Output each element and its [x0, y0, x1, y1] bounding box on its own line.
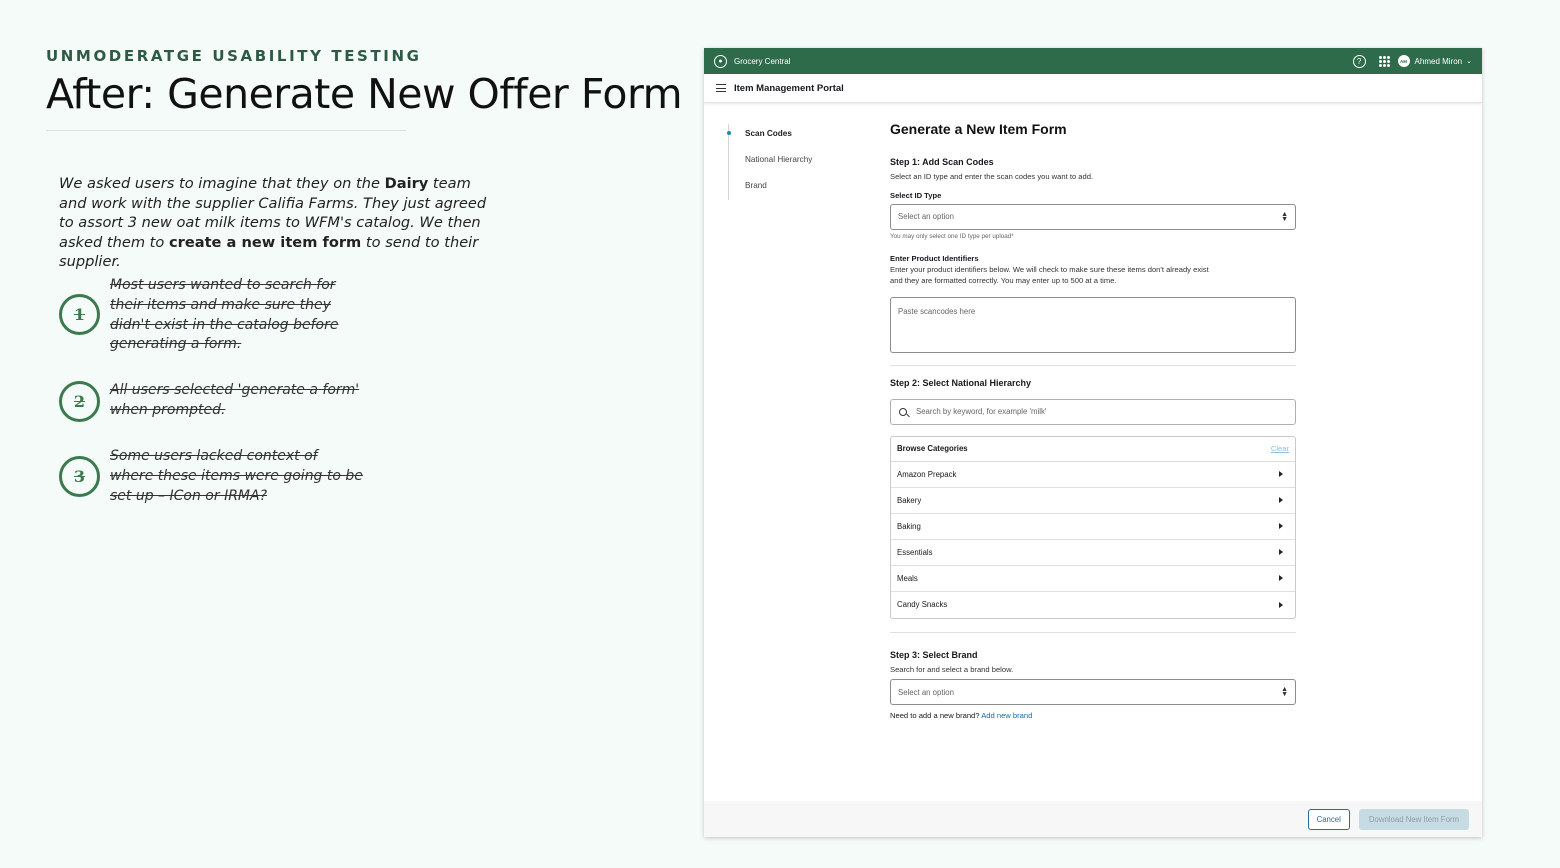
- caret-right-icon: [1279, 497, 1283, 503]
- intro-text-1: We asked users to imagine that they on t…: [59, 175, 385, 192]
- step1-description: Select an ID type and enter the scan cod…: [890, 172, 1094, 181]
- id-type-select[interactable]: Select an option ▲ ▼: [890, 203, 1296, 230]
- user-avatar[interactable]: AM: [1397, 55, 1410, 67]
- step-navigation: Scan Codes National Hierarchy Brand: [726, 124, 812, 202]
- category-row[interactable]: Essentials: [891, 540, 1295, 566]
- add-new-brand-link[interactable]: Add new brand: [981, 711, 1032, 720]
- up-down-icon: ▲ ▼: [1281, 210, 1288, 223]
- caret-right-icon: [1279, 549, 1283, 555]
- search-icon: [899, 407, 907, 416]
- category-row[interactable]: Candy Snacks: [891, 592, 1295, 618]
- brand-select[interactable]: Select an option ▲ ▼: [890, 679, 1296, 705]
- section-divider: [890, 364, 1296, 366]
- category-label: Bakery: [897, 495, 922, 505]
- portal-title: Item Management Portal: [734, 82, 844, 94]
- search-placeholder: Search by keyword, for example 'milk': [916, 407, 1047, 416]
- finding-number: 2: [59, 381, 100, 422]
- form-footer: Cancel Download New Item Form: [704, 801, 1482, 837]
- section-divider: [890, 631, 1296, 633]
- id-type-hint: You may only select one ID type per uplo…: [890, 232, 1014, 240]
- finding-text: All users selected 'generate a form' whe…: [110, 382, 360, 418]
- category-label: Baking: [897, 521, 921, 531]
- category-row[interactable]: Baking: [891, 514, 1295, 540]
- menu-icon[interactable]: [716, 84, 726, 92]
- intro-bold-2: create a new item form: [168, 233, 362, 251]
- step-nav-national-hierarchy[interactable]: National Hierarchy: [729, 150, 812, 176]
- clear-link[interactable]: Clear: [1271, 444, 1289, 453]
- category-label: Essentials: [897, 547, 933, 557]
- category-label: Candy Snacks: [897, 600, 948, 609]
- eyebrow-label: UNMODERATGE USABILITY TESTING: [46, 47, 422, 65]
- cancel-button[interactable]: Cancel: [1307, 808, 1350, 830]
- brand-name: Grocery Central: [734, 56, 791, 66]
- category-row[interactable]: Bakery: [891, 488, 1295, 514]
- caret-right-icon: [1279, 471, 1283, 477]
- step-nav-brand[interactable]: Brand: [729, 176, 812, 202]
- chevron-down-icon[interactable]: ⌄: [1466, 57, 1472, 65]
- app-window: ● Grocery Central ? AM Ahmed Miron ⌄ Ite…: [704, 48, 1482, 837]
- download-form-button[interactable]: Download New Item Form: [1358, 808, 1469, 830]
- caret-right-icon: [1279, 523, 1283, 529]
- user-name[interactable]: Ahmed Miron: [1415, 57, 1463, 66]
- finding-text: Most users wanted to search for their it…: [110, 277, 339, 353]
- category-label: Amazon Prepack: [897, 469, 957, 479]
- up-down-icon: ▲ ▼: [1281, 686, 1288, 698]
- step-nav-scan-codes[interactable]: Scan Codes: [726, 124, 812, 150]
- new-item-form: Generate a New Item Form Step 1: Add Sca…: [890, 121, 1296, 722]
- caret-right-icon: [1279, 601, 1283, 608]
- category-label: Meals: [897, 573, 918, 583]
- category-row[interactable]: Amazon Prepack: [891, 462, 1295, 488]
- finding-item: 2 All users selected 'generate a form' w…: [59, 381, 365, 422]
- caret-right-icon: [1279, 575, 1283, 581]
- browse-categories-label: Browse Categories: [897, 444, 968, 453]
- finding-item: 1 Most users wanted to search for their …: [59, 276, 365, 355]
- basket-logo-icon: ●: [714, 54, 727, 68]
- finding-text: Some users lacked context of where these…: [110, 448, 363, 504]
- category-row[interactable]: Meals: [891, 566, 1295, 592]
- finding-number: 3: [59, 456, 100, 497]
- product-identifiers-description: Enter your product identifiers below. We…: [890, 264, 1209, 286]
- slide-title: After: Generate New Offer Form: [46, 70, 683, 118]
- brand-placeholder: Select an option: [898, 687, 954, 697]
- step3-description: Search for and select a brand below.: [890, 664, 1014, 674]
- title-divider: [46, 130, 406, 131]
- intro-paragraph: We asked users to imagine that they on t…: [59, 174, 499, 272]
- step3-heading: Step 3: Select Brand: [890, 649, 978, 660]
- finding-item: 3 Some users lacked context of where the…: [59, 447, 365, 506]
- step2-heading: Step 2: Select National Hierarchy: [890, 377, 1032, 388]
- intro-bold-1: Dairy: [384, 175, 429, 192]
- add-brand-row: Need to add a new brand? Add new brand: [890, 710, 1296, 722]
- browse-categories-header: Browse Categories Clear: [891, 437, 1295, 462]
- need-brand-text: Need to add a new brand?: [890, 711, 980, 720]
- product-identifiers-label: Enter Product Identifiers: [890, 253, 979, 263]
- help-icon[interactable]: ?: [1352, 54, 1366, 68]
- apps-grid-icon[interactable]: [1378, 55, 1390, 67]
- id-type-label: Select ID Type: [890, 190, 942, 200]
- step1-heading: Step 1: Add Scan Codes: [890, 157, 994, 167]
- hierarchy-search-input[interactable]: Search by keyword, for example 'milk': [890, 398, 1296, 425]
- top-navigation-bar: ● Grocery Central ? AM Ahmed Miron ⌄: [704, 48, 1482, 74]
- portal-header: Item Management Portal: [704, 74, 1482, 103]
- browse-categories-panel: Browse Categories Clear Amazon Prepack B…: [890, 435, 1296, 619]
- scancodes-textarea[interactable]: Paste scancodes here: [890, 296, 1296, 353]
- finding-number: 1: [59, 294, 100, 335]
- form-title: Generate a New Item Form: [890, 121, 1067, 137]
- id-type-placeholder: Select an option: [898, 212, 954, 221]
